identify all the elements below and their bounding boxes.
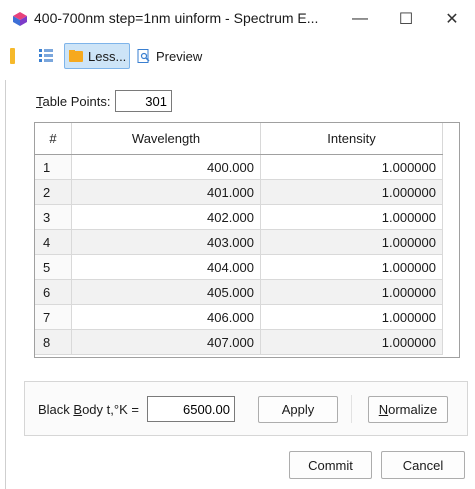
table-row[interactable]: 2 401.000 1.000000 <box>35 179 443 205</box>
row-index-cell[interactable]: 2 <box>35 179 72 205</box>
wavelength-cell[interactable]: 406.000 <box>71 304 261 330</box>
table-row[interactable]: 6 405.000 1.000000 <box>35 279 443 305</box>
intensity-cell[interactable]: 1.000000 <box>260 329 443 355</box>
table-row[interactable]: 3 402.000 1.000000 <box>35 204 443 230</box>
table-points-label: Table Points: <box>36 94 111 109</box>
table-row[interactable]: 1 400.000 1.000000 <box>35 154 443 180</box>
spectrum-app-icon <box>13 12 27 26</box>
black-body-temperature-input[interactable] <box>147 396 235 422</box>
column-header-intensity[interactable]: Intensity <box>260 123 443 155</box>
table-row[interactable]: 8 407.000 1.000000 <box>35 329 443 355</box>
row-index-cell[interactable]: 4 <box>35 229 72 255</box>
spectrum-table[interactable]: # Wavelength Intensity 1 400.000 1.000000 2… <box>34 122 460 358</box>
table-row[interactable]: 4 403.000 1.000000 <box>35 229 443 255</box>
apply-button[interactable]: Apply <box>258 396 338 423</box>
black-body-label: Black Body t,°K = <box>38 402 139 417</box>
wavelength-cell[interactable]: 407.000 <box>71 329 261 355</box>
preview-label: Preview <box>156 48 203 64</box>
intensity-cell[interactable]: 1.000000 <box>260 279 443 305</box>
grid-view-icon[interactable] <box>39 48 53 62</box>
preview-icon <box>137 49 150 63</box>
normalize-button[interactable]: Normalize <box>368 396 448 423</box>
wavelength-cell[interactable]: 405.000 <box>71 279 261 305</box>
intensity-cell[interactable]: 1.000000 <box>260 229 443 255</box>
commit-button[interactable]: Commit <box>289 451 372 479</box>
table-points-input[interactable] <box>115 90 172 112</box>
row-index-cell[interactable]: 7 <box>35 304 72 330</box>
row-index-cell[interactable]: 6 <box>35 279 72 305</box>
intensity-cell[interactable]: 1.000000 <box>260 304 443 330</box>
intensity-cell[interactable]: 1.000000 <box>260 154 443 180</box>
intensity-cell[interactable]: 1.000000 <box>260 179 443 205</box>
column-header-index[interactable]: # <box>35 123 72 155</box>
intensity-cell[interactable]: 1.000000 <box>260 204 443 230</box>
minimize-button[interactable]: — <box>337 4 383 34</box>
maximize-button[interactable]: ☐ <box>383 4 429 34</box>
preview-button[interactable]: Preview <box>137 44 202 68</box>
row-index-cell[interactable]: 1 <box>35 154 72 180</box>
wavelength-cell[interactable]: 403.000 <box>71 229 261 255</box>
less-button[interactable]: Less... <box>64 43 130 69</box>
row-index-cell[interactable]: 8 <box>35 329 72 355</box>
close-button[interactable]: ✕ <box>429 4 475 34</box>
window-left-border <box>5 80 6 489</box>
intensity-cell[interactable]: 1.000000 <box>260 254 443 280</box>
row-index-cell[interactable]: 5 <box>35 254 72 280</box>
folder-icon <box>69 50 83 62</box>
row-index-cell[interactable]: 3 <box>35 204 72 230</box>
table-row[interactable]: 5 404.000 1.000000 <box>35 254 443 280</box>
window-title: 400-700nm step=1nm uinform - Spectrum E.… <box>34 10 319 26</box>
wavelength-cell[interactable]: 401.000 <box>71 179 261 205</box>
column-header-wavelength[interactable]: Wavelength <box>71 123 261 155</box>
wavelength-cell[interactable]: 402.000 <box>71 204 261 230</box>
table-row[interactable]: 7 406.000 1.000000 <box>35 304 443 330</box>
table-header-row: # Wavelength Intensity <box>35 123 443 155</box>
button-separator <box>351 395 352 423</box>
less-label: Less... <box>88 48 127 64</box>
toolbar-grip-icon <box>10 48 15 64</box>
wavelength-cell[interactable]: 400.000 <box>71 154 261 180</box>
cancel-button[interactable]: Cancel <box>381 451 465 479</box>
wavelength-cell[interactable]: 404.000 <box>71 254 261 280</box>
